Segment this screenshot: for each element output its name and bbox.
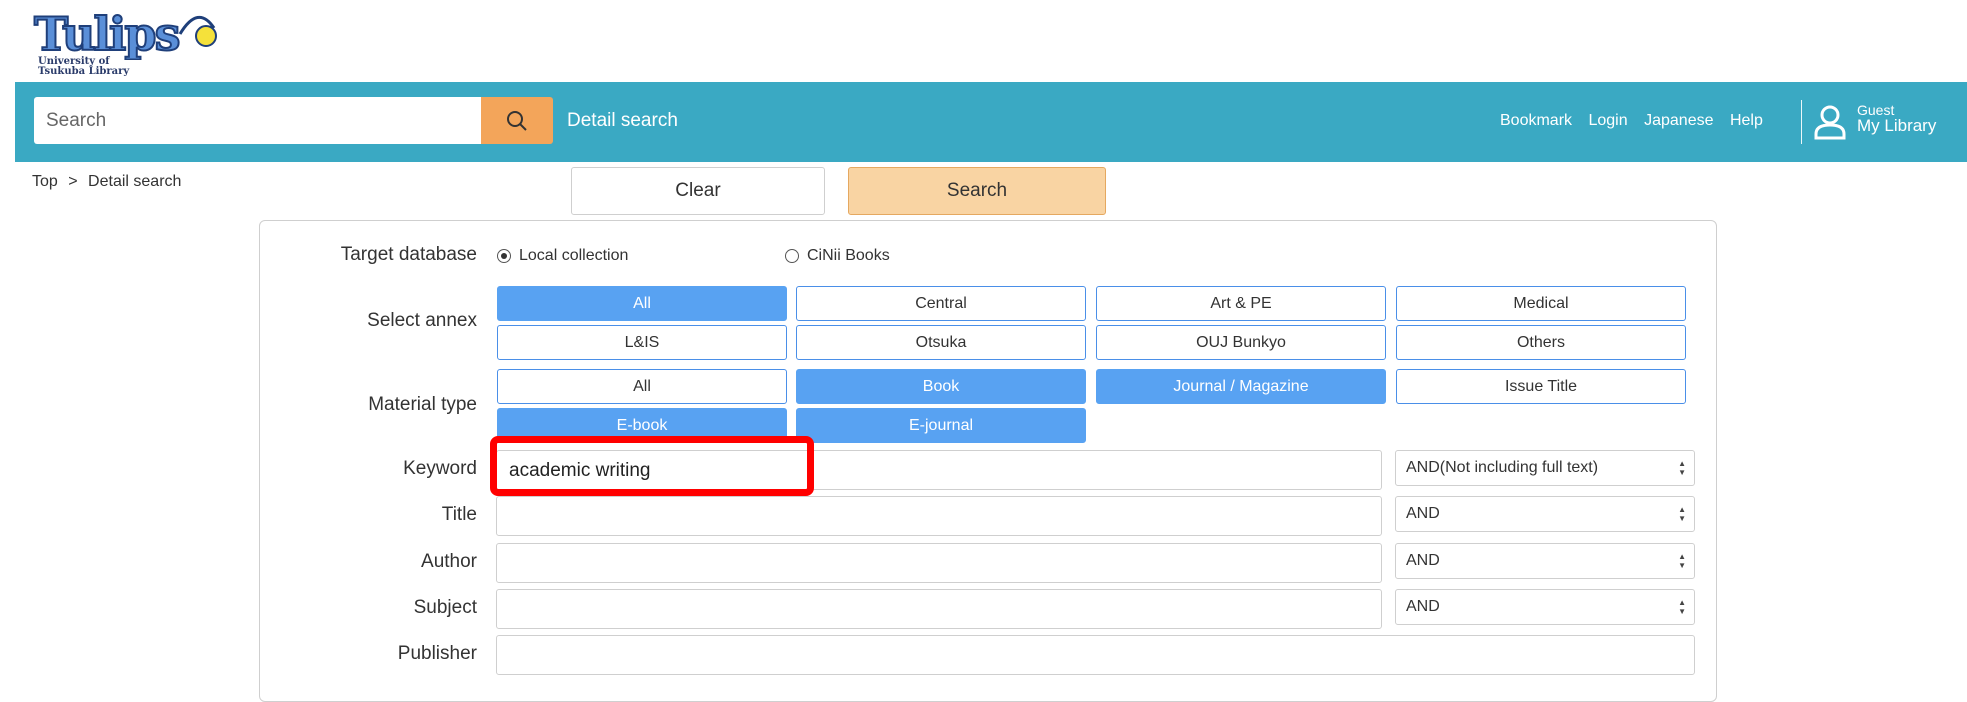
updown-arrow-icon: ▲ ▼ [1678, 459, 1686, 477]
material-book[interactable]: Book [796, 369, 1086, 404]
japanese-link[interactable]: Japanese [1644, 112, 1713, 129]
target-database-label: Target database [340, 244, 477, 265]
search-input[interactable] [34, 97, 481, 144]
top-links: Bookmark Login Japanese Help [1500, 112, 1775, 130]
tulips-logo-graphic: Tulips [33, 6, 217, 62]
annex-otsuka[interactable]: Otsuka [796, 325, 1086, 360]
keyword-label: Keyword [403, 458, 477, 479]
annex-medical[interactable]: Medical [1396, 286, 1686, 321]
annex-central[interactable]: Central [796, 286, 1086, 321]
author-operator-value: AND [1406, 552, 1440, 569]
title-input[interactable] [496, 496, 1382, 536]
clear-button[interactable]: Clear [571, 167, 825, 215]
breadcrumb-top[interactable]: Top [32, 173, 58, 190]
annex-ouj-bunkyo[interactable]: OUJ Bunkyo [1096, 325, 1386, 360]
updown-arrow-icon: ▲ ▼ [1678, 505, 1686, 523]
material-issue-title[interactable]: Issue Title [1396, 369, 1686, 404]
updown-arrow-icon: ▲ ▼ [1678, 598, 1686, 616]
subject-operator-select[interactable]: AND ▲ ▼ [1395, 589, 1695, 625]
select-annex-label: Select annex [367, 310, 477, 331]
author-operator-select[interactable]: AND ▲ ▼ [1395, 543, 1695, 579]
radio-label: Local collection [519, 247, 629, 264]
title-operator-value: AND [1406, 505, 1440, 522]
annex-lis[interactable]: L&IS [497, 325, 787, 360]
search-icon [507, 110, 527, 131]
material-type-label: Material type [368, 394, 477, 415]
help-link[interactable]: Help [1730, 112, 1763, 129]
annex-all[interactable]: All [497, 286, 787, 321]
login-link[interactable]: Login [1588, 112, 1627, 129]
annex-art-pe[interactable]: Art & PE [1096, 286, 1386, 321]
subject-input[interactable] [496, 589, 1382, 629]
logo-subtitle: University of Tsukuba Library [38, 56, 130, 77]
keyword-highlight-box [490, 436, 814, 496]
breadcrumb-separator: > [68, 173, 78, 190]
updown-arrow-icon: ▲ ▼ [1678, 552, 1686, 570]
publisher-input[interactable] [496, 635, 1695, 675]
keyword-operator-value: AND(Not including full text) [1406, 459, 1599, 476]
tulips-logo[interactable]: Tulips University of Tsukuba Library [30, 4, 220, 82]
material-ejournal[interactable]: E-journal [796, 408, 1086, 443]
radio-circle [785, 249, 799, 263]
my-library-link[interactable]: Guest My Library [1857, 102, 1936, 134]
detail-search-button[interactable]: Search [848, 167, 1106, 215]
publisher-label: Publisher [397, 643, 477, 664]
radio-label: CiNii Books [807, 247, 890, 264]
my-library-label: My Library [1857, 116, 1937, 135]
subject-operator-value: AND [1406, 598, 1440, 615]
bookmark-link[interactable]: Bookmark [1500, 112, 1572, 129]
material-all[interactable]: All [497, 369, 787, 404]
material-journal-magazine[interactable]: Journal / Magazine [1096, 369, 1386, 404]
author-label: Author [421, 551, 477, 572]
keyword-operator-select[interactable]: AND(Not including full text) ▲ ▼ [1395, 450, 1695, 486]
breadcrumb-current: Detail search [88, 173, 182, 190]
header-divider [1801, 100, 1802, 144]
svg-text:Tulips: Tulips [34, 7, 180, 60]
subject-label: Subject [413, 597, 477, 618]
detail-search-link[interactable]: Detail search [567, 110, 678, 132]
title-label: Title [441, 504, 477, 525]
radio-cinii-books[interactable]: CiNii Books [785, 247, 890, 265]
search-button[interactable] [481, 97, 553, 144]
radio-circle-checked [497, 249, 511, 263]
title-operator-select[interactable]: AND ▲ ▼ [1395, 496, 1695, 532]
radio-local-collection[interactable]: Local collection [497, 247, 628, 265]
breadcrumb: Top > Detail search [32, 173, 181, 191]
annex-others[interactable]: Others [1396, 325, 1686, 360]
header-bar: Detail search Bookmark Login Japanese He… [15, 82, 1967, 162]
author-input[interactable] [496, 543, 1382, 583]
user-icon[interactable] [1813, 104, 1847, 140]
